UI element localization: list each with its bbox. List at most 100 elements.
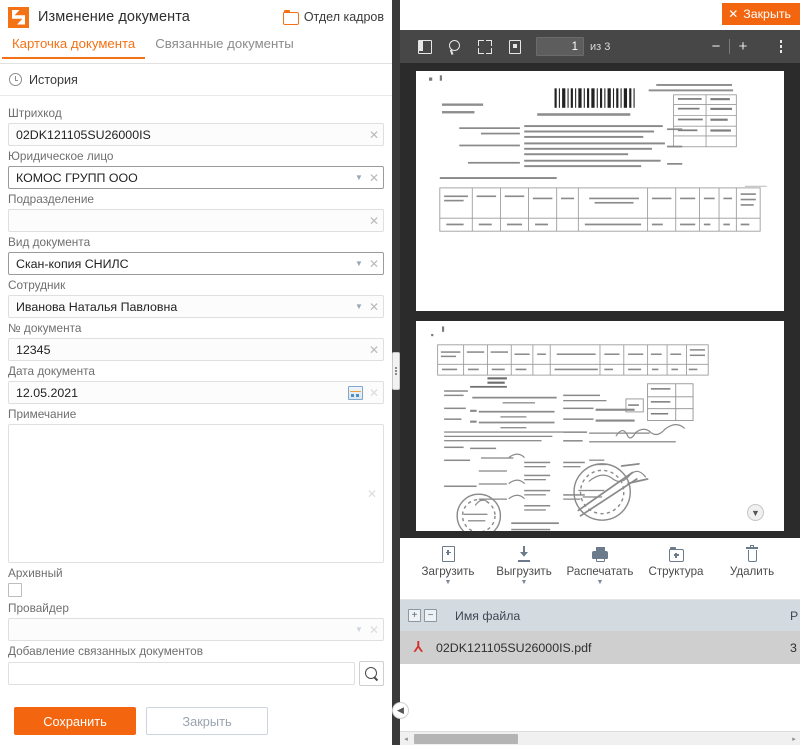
upload-button[interactable]: Загрузить ▼ (410, 544, 486, 586)
fit-page-icon (478, 39, 492, 54)
collapse-panel-button[interactable]: ◀ (392, 702, 409, 719)
field-document-type: Вид документа Скан-копия СНИЛС ▼ ✕ (0, 235, 392, 275)
chevron-down-icon[interactable]: ▼ (353, 302, 365, 311)
sidebar-toggle-button[interactable] (410, 30, 440, 63)
chevron-down-icon[interactable]: ▼ (445, 579, 452, 586)
field-note: Примечание ✕ (0, 407, 392, 563)
scroll-right-button[interactable]: ▸ (788, 735, 800, 743)
table-row[interactable]: ⅄ 02DK121105SU26000IS.pdf 3 (400, 631, 800, 664)
tab-document-card[interactable]: Карточка документа (2, 34, 146, 59)
employee-select[interactable]: Иванова Наталья Павловна ▼ ✕ (8, 295, 384, 318)
column-header-filename[interactable]: Имя файла (455, 609, 520, 623)
collapse-all-button[interactable]: − (424, 609, 437, 622)
history-row[interactable]: История (0, 64, 392, 96)
form-buttons: Сохранить Закрыть (0, 689, 392, 735)
close-icon: ✕ (728, 7, 739, 21)
barcode-value: 02DK121105SU26000IS (16, 127, 151, 142)
clear-icon[interactable]: ✕ (365, 344, 383, 356)
field-document-number: № документа 12345 ✕ (0, 321, 392, 361)
document-date-value: 12.05.2021 (16, 385, 79, 400)
print-label: Распечатать (566, 565, 634, 578)
document-card-panel: Изменение документа Отдел кадров Карточк… (0, 0, 392, 745)
pdf-search-button[interactable] (440, 30, 470, 63)
structure-label: Структура (648, 565, 704, 578)
clear-icon[interactable]: ✕ (365, 172, 383, 184)
upload-doc-icon (441, 544, 455, 562)
scanned-page-1-image (416, 71, 784, 311)
scanned-page-2-image (416, 321, 784, 531)
pdf-page-viewport[interactable]: ▼ (400, 63, 800, 538)
print-button[interactable]: Распечатать ▼ (562, 544, 638, 586)
panel-splitter[interactable] (392, 0, 400, 745)
viewer-close-button[interactable]: ✕ Закрыть (722, 3, 800, 25)
delete-button[interactable]: Удалить (714, 544, 790, 578)
barcode-input[interactable]: 02DK121105SU26000IS ✕ (8, 123, 384, 146)
department-indicator[interactable]: Отдел кадров (282, 10, 386, 25)
clear-icon[interactable]: ✕ (365, 129, 383, 141)
clear-icon[interactable]: ✕ (365, 624, 383, 636)
legal-entity-value: КОМОС ГРУПП ООО (16, 170, 138, 185)
cancel-button[interactable]: Закрыть (146, 707, 268, 735)
scroll-left-button[interactable]: ◂ (400, 735, 412, 743)
tab-related-documents[interactable]: Связанные документы (145, 34, 304, 58)
fit-page-button[interactable] (470, 30, 500, 63)
chevron-down-icon[interactable]: ▼ (521, 579, 528, 586)
zoom-out-button[interactable]: − (703, 30, 729, 63)
provider-select[interactable]: ▼ ✕ (8, 618, 384, 641)
legal-entity-select[interactable]: КОМОС ГРУПП ООО ▼ ✕ (8, 166, 384, 189)
calendar-icon[interactable] (348, 385, 363, 400)
clear-icon[interactable]: ✕ (363, 488, 381, 500)
document-type-select[interactable]: Скан-копия СНИЛС ▼ ✕ (8, 252, 384, 275)
document-date-input[interactable]: 12.05.2021 ✕ (8, 381, 384, 404)
trash-icon (746, 544, 758, 562)
subdivision-input[interactable]: ✕ (8, 209, 384, 232)
download-button[interactable]: Выгрузить ▼ (486, 544, 562, 586)
pdf-file-icon: ⅄ (414, 640, 423, 655)
page-number-input[interactable]: 1 (536, 37, 584, 56)
search-icon (364, 666, 379, 681)
field-label-add-related: Добавление связанных документов (8, 644, 203, 658)
clear-icon[interactable]: ✕ (365, 387, 383, 399)
zoom-in-button[interactable]: + (730, 30, 756, 63)
file-name: 02DK121105SU26000IS.pdf (436, 640, 592, 655)
save-button[interactable]: Сохранить (14, 707, 136, 735)
clear-icon[interactable]: ✕ (365, 301, 383, 313)
add-related-input[interactable] (8, 662, 355, 685)
field-add-related-documents: Добавление связанных документов (0, 644, 392, 686)
search-icon (448, 39, 462, 54)
expand-all-button[interactable]: + (408, 609, 421, 622)
add-folder-icon (668, 544, 684, 562)
column-header-size[interactable]: Р (790, 609, 798, 623)
search-related-button[interactable] (359, 661, 384, 686)
pdf-page-2: ▼ (416, 321, 784, 531)
scroll-down-button[interactable]: ▼ (747, 504, 764, 521)
field-archive: Архивный (0, 566, 392, 597)
chevron-down-icon[interactable]: ▼ (353, 625, 365, 634)
splitter-handle[interactable] (392, 352, 400, 390)
clear-icon[interactable]: ✕ (365, 258, 383, 270)
field-barcode: Штрихкод 02DK121105SU26000IS ✕ (0, 106, 392, 146)
scrollbar-thumb[interactable] (414, 733, 518, 744)
viewer-topbar: ✕ Закрыть (400, 0, 800, 30)
page-title: Изменение документа (38, 9, 190, 25)
chevron-down-icon[interactable]: ▼ (353, 173, 365, 182)
field-label-document-type: Вид документа (8, 235, 91, 249)
document-number-input[interactable]: 12345 ✕ (8, 338, 384, 361)
pdf-download-button[interactable] (500, 30, 530, 63)
clear-icon[interactable]: ✕ (365, 215, 383, 227)
delete-label: Удалить (729, 565, 775, 578)
horizontal-scrollbar[interactable]: ◂ ▸ (400, 731, 800, 745)
kebab-menu-icon[interactable] (770, 30, 792, 63)
chevron-down-icon[interactable]: ▼ (597, 579, 604, 586)
note-textarea[interactable]: ✕ (8, 424, 384, 563)
document-type-value: Скан-копия СНИЛС (16, 256, 129, 271)
sidebar-toggle-icon (418, 39, 432, 54)
scrollbar-track[interactable] (412, 732, 788, 745)
archive-checkbox[interactable] (8, 583, 22, 597)
add-related-row (8, 661, 384, 686)
tab-bar: Карточка документа Связанные документы (0, 34, 392, 64)
printer-icon (592, 544, 608, 562)
field-legal-entity: Юридическое лицо КОМОС ГРУПП ООО ▼ ✕ (0, 149, 392, 189)
structure-button[interactable]: Структура (638, 544, 714, 578)
chevron-down-icon[interactable]: ▼ (353, 259, 365, 268)
